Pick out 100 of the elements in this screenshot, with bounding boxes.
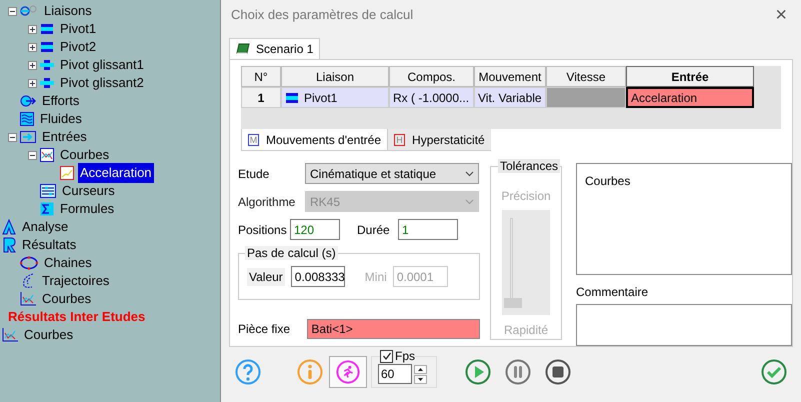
stop-button[interactable] bbox=[545, 359, 571, 385]
tree-item[interactable]: Curseurs bbox=[60, 181, 117, 201]
fps-field[interactable]: 60 bbox=[378, 364, 412, 384]
tree-item[interactable]: Analyse bbox=[20, 217, 70, 237]
duration-field[interactable]: 1 bbox=[398, 219, 458, 240]
run-mode-button[interactable] bbox=[329, 356, 367, 388]
trajectory-icon bbox=[20, 273, 36, 289]
force-icon bbox=[20, 95, 36, 107]
tree-item[interactable]: Courbes bbox=[40, 289, 94, 309]
field-label: Algorithme bbox=[238, 194, 294, 210]
pivot-icon bbox=[40, 23, 54, 35]
spin-up-button[interactable] bbox=[414, 364, 427, 374]
field-label: Positions bbox=[238, 222, 288, 238]
ellipse-icon bbox=[20, 256, 38, 270]
expander-icon[interactable] bbox=[28, 60, 37, 70]
chart-icon bbox=[60, 166, 74, 180]
list-header: Courbes bbox=[585, 174, 630, 188]
tree-item[interactable]: Efforts bbox=[40, 91, 82, 111]
expander-icon[interactable] bbox=[28, 150, 37, 160]
column-header[interactable]: N° bbox=[241, 66, 281, 87]
expander-icon[interactable] bbox=[8, 6, 17, 16]
group-title: Tolérances bbox=[498, 159, 560, 173]
field-label: Durée bbox=[357, 222, 391, 238]
ok-button[interactable] bbox=[761, 359, 787, 385]
positions-field[interactable]: 120 bbox=[290, 219, 340, 240]
table-cell: Pivot1 bbox=[281, 87, 389, 108]
table-cell: Vit. Variable bbox=[474, 87, 546, 108]
tree-item[interactable]: Résultats bbox=[20, 235, 78, 255]
pivot-icon bbox=[40, 41, 54, 53]
chart-icon bbox=[2, 328, 18, 342]
book-icon bbox=[236, 43, 250, 55]
window-title: Choix des paramètres de calcul bbox=[231, 6, 414, 24]
column-header[interactable]: Liaison bbox=[281, 66, 389, 87]
expander-icon[interactable] bbox=[28, 78, 37, 88]
column-header[interactable]: Vitesse bbox=[546, 66, 626, 87]
expander-icon[interactable] bbox=[8, 132, 17, 142]
column-header[interactable]: Entrée bbox=[626, 66, 754, 87]
tree-item[interactable]: Trajectoires bbox=[40, 271, 112, 291]
field-label: Etude bbox=[238, 166, 270, 182]
tab[interactable]: H Hyperstaticité bbox=[388, 129, 491, 151]
chart-icon bbox=[20, 292, 36, 306]
caret-up-icon bbox=[418, 368, 423, 370]
slider-joint-icon bbox=[40, 77, 54, 89]
tree-item[interactable]: Accelaration bbox=[78, 163, 154, 183]
letter-icon: M bbox=[248, 134, 259, 146]
comment-field[interactable] bbox=[576, 304, 792, 346]
chart-icon bbox=[40, 148, 54, 162]
pause-button[interactable] bbox=[505, 359, 531, 385]
fixed-part-field[interactable]: Bati<1> bbox=[307, 319, 480, 339]
table-cell: 1 bbox=[241, 87, 281, 108]
fps-checkbox[interactable] bbox=[380, 350, 393, 362]
slider-joint-icon bbox=[40, 59, 54, 71]
checkbox-label: Fps bbox=[395, 349, 416, 363]
chevron-down-icon bbox=[465, 198, 474, 204]
waves-icon bbox=[20, 112, 34, 126]
tree-item[interactable]: Fluides bbox=[38, 109, 84, 129]
results-icon bbox=[2, 237, 16, 253]
tree-item[interactable]: Pivot glissant2 bbox=[58, 73, 146, 93]
group-title: Pas de calcul (s) bbox=[245, 246, 338, 260]
slider-label: Précision bbox=[501, 188, 551, 205]
table-cell: Rx ( -1.0000... bbox=[389, 87, 474, 108]
input-icon bbox=[20, 131, 36, 143]
curves-list[interactable]: Courbes bbox=[576, 163, 792, 275]
spin-down-button[interactable] bbox=[414, 374, 427, 384]
triangle-icon bbox=[2, 219, 16, 235]
caret-down-icon bbox=[418, 378, 423, 380]
runner-icon bbox=[336, 360, 360, 384]
study-dropdown[interactable]: Cinématique et statique bbox=[305, 163, 479, 184]
chevron-down-icon bbox=[465, 170, 474, 176]
expander-icon[interactable] bbox=[28, 24, 37, 34]
tree-item[interactable]: Entrées bbox=[40, 127, 89, 147]
column-header[interactable]: Mouvement bbox=[474, 66, 546, 87]
field-label: Valeur bbox=[247, 268, 285, 286]
letter-icon: H bbox=[394, 134, 406, 146]
tree-item[interactable]: Formules bbox=[58, 199, 116, 219]
tolerance-slider[interactable] bbox=[502, 210, 550, 315]
column-header[interactable]: Compos. bbox=[389, 66, 474, 87]
sliders-icon bbox=[40, 184, 56, 198]
tab[interactable]: M Mouvements d'entrée bbox=[241, 129, 388, 151]
link-icon bbox=[20, 5, 38, 17]
field-label: Pièce fixe bbox=[238, 321, 292, 338]
tree-item[interactable]: Pivot glissant1 bbox=[58, 55, 146, 75]
slider-thumb[interactable] bbox=[504, 298, 522, 308]
table-cell: Accelaration bbox=[626, 87, 754, 108]
tree-item[interactable]: Pivot1 bbox=[58, 19, 98, 39]
field-label: Commentaire bbox=[576, 284, 650, 301]
play-button[interactable] bbox=[465, 359, 491, 385]
tree-item[interactable]: Courbes bbox=[58, 145, 112, 165]
step-value-field[interactable]: 0.008333 bbox=[290, 266, 345, 287]
sigma-icon bbox=[40, 202, 54, 216]
tree-item[interactable]: Courbes bbox=[22, 325, 76, 345]
tab[interactable]: Scenario 1 bbox=[229, 38, 320, 59]
pivot-icon bbox=[285, 92, 299, 104]
slider-label: Rapidité bbox=[504, 322, 548, 339]
expander-icon[interactable] bbox=[28, 42, 37, 52]
close-button[interactable]: × bbox=[771, 5, 791, 25]
tree-item[interactable]: Liaisons bbox=[42, 1, 94, 21]
field-label: Mini bbox=[364, 268, 387, 286]
tree-item[interactable]: Chaines bbox=[42, 253, 94, 273]
tree-item[interactable]: Pivot2 bbox=[58, 37, 98, 57]
